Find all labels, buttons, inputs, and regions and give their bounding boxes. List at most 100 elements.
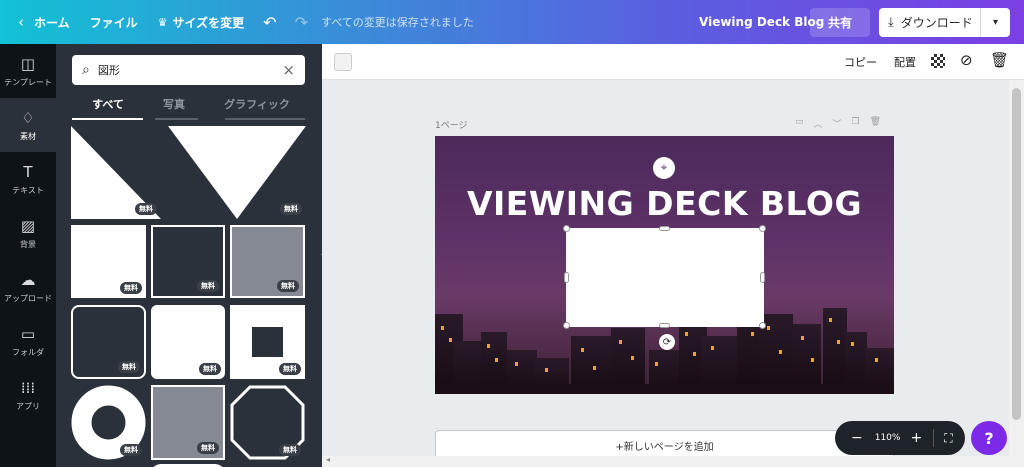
redo-icon[interactable]: ↷ [286, 0, 317, 44]
inner-square [252, 327, 283, 357]
close-icon[interactable]: × [282, 61, 295, 79]
zoom-out-button[interactable]: − [851, 430, 863, 446]
shape-octagon[interactable]: 無料 [230, 385, 305, 460]
file-menu-button[interactable]: ファイル [80, 0, 148, 44]
home-label: ホーム [34, 15, 70, 30]
shape-square-white[interactable]: 無料 [71, 225, 146, 298]
search-value: 図形 [97, 64, 120, 77]
delete-page-icon[interactable]: 🗑 [870, 117, 881, 130]
resize-handle[interactable] [760, 272, 765, 283]
free-badge: 無料 [118, 361, 140, 373]
shape-square-gray-outline[interactable]: 無料 [151, 385, 225, 460]
arrange-button[interactable]: 配置 [894, 54, 916, 70]
selected-rectangle[interactable] [566, 228, 764, 327]
download-icon: ⤓ [888, 15, 894, 30]
shape-right-triangle[interactable]: 無料 [71, 126, 161, 219]
rail-item-templates[interactable]: ◫ テンプレート [0, 44, 56, 98]
shape-inverted-triangle[interactable]: 無料 [168, 126, 306, 219]
crown-icon: ♛ [157, 15, 168, 29]
tab-underline [225, 118, 305, 120]
free-badge: 無料 [280, 203, 302, 215]
help-button[interactable]: ? [971, 421, 1007, 455]
save-status: すべての変更は保存されました [320, 16, 474, 29]
editor-area: コピー 配置 ⊘ 🗑 1ページ ▭ ︿ ﹀ ❐ 🗑 ⌖ VIEWING DECK… [322, 44, 1024, 467]
resize-handle[interactable] [759, 225, 766, 232]
search-input[interactable]: ⌕ 図形 × [72, 55, 305, 85]
editor-toolbar: コピー 配置 ⊘ 🗑 [322, 44, 1024, 80]
resize-handle[interactable] [564, 272, 569, 283]
color-picker[interactable] [334, 53, 352, 71]
free-badge: 無料 [135, 203, 157, 215]
tab-underline [155, 118, 198, 120]
download-button[interactable]: ⤓ ダウンロード ▾ [879, 8, 1010, 37]
rail-item-apps[interactable]: ⁞⁞⁞ アプリ [0, 368, 56, 422]
background-icon: ▨ [20, 216, 36, 235]
design-canvas[interactable]: ⌖ VIEWING DECK BLOG ⟳ [435, 136, 894, 394]
tab-graphics[interactable]: グラフィック [215, 96, 299, 112]
resize-handle[interactable] [659, 323, 670, 328]
horizontal-scrollbar[interactable]: ◂ [322, 455, 1009, 467]
shape-square-frame[interactable]: 無料 [230, 305, 305, 379]
transparency-icon[interactable] [931, 54, 945, 68]
template-icon: ◫ [20, 54, 36, 73]
chevron-left-icon: ‹ [18, 13, 24, 31]
rotate-icon[interactable]: ⟳ [659, 334, 675, 350]
divider [933, 429, 935, 447]
panel-tabs: すべて 写真 グラフィック [72, 96, 305, 120]
comment-icon[interactable]: ▭ [795, 117, 804, 130]
shape-rounded-square-white[interactable]: 無料 [151, 305, 225, 379]
shape-square-gray[interactable]: 無料 [230, 225, 305, 298]
location-pin-icon[interactable]: ⌖ [653, 157, 675, 179]
trash-icon[interactable]: 🗑 [990, 51, 1009, 69]
resize-handle[interactable] [759, 322, 766, 329]
zoom-in-button[interactable]: + [910, 430, 922, 446]
download-main[interactable]: ⤓ ダウンロード [879, 8, 981, 37]
apps-icon: ⁞⁞⁞ [20, 378, 36, 397]
shape-square-outline[interactable]: 無料 [151, 225, 225, 298]
rail-item-text[interactable]: T テキスト [0, 152, 56, 206]
undo-icon[interactable]: ↶ [254, 0, 285, 44]
rail-item-elements[interactable]: ♢ 素材 [0, 98, 56, 152]
download-label: ダウンロード [900, 16, 973, 30]
resize-handle[interactable] [659, 226, 670, 231]
upload-icon: ☁ [20, 270, 36, 289]
scroll-thumb[interactable] [1012, 88, 1021, 420]
shapes-grid: 無料 無料 無料 無料 無料 無料 無料 無料 無料 無料 無料 [71, 126, 307, 467]
chevron-down-icon[interactable]: ▾ [981, 17, 1010, 28]
design-title[interactable]: Viewing Deck Blog [699, 0, 824, 44]
folder-icon: ▭ [20, 324, 36, 343]
rail-item-upload[interactable]: ☁ アップロード [0, 260, 56, 314]
tab-photos[interactable]: 写真 [155, 96, 193, 112]
search-icon: ⌕ [82, 62, 90, 78]
free-badge: 無料 [279, 444, 301, 456]
vertical-scrollbar[interactable] [1009, 80, 1024, 467]
fullscreen-icon[interactable]: ⛶ [944, 431, 952, 446]
home-button[interactable]: ‹ ホーム [0, 0, 80, 44]
duplicate-icon[interactable]: ❐ [852, 117, 860, 130]
free-badge: 無料 [120, 444, 142, 456]
resize-button[interactable]: ♛ サイズを変更 [148, 0, 255, 44]
active-tab-indicator [72, 118, 143, 120]
free-badge: 無料 [279, 363, 301, 375]
page-tools: ▭ ︿ ﹀ ❐ 🗑 [795, 117, 881, 130]
free-badge: 無料 [120, 282, 142, 294]
resize-handle[interactable] [563, 322, 570, 329]
file-label: ファイル [89, 15, 138, 30]
resize-handle[interactable] [563, 225, 570, 232]
link-icon[interactable]: ⊘ [960, 51, 973, 69]
elements-icon: ♢ [21, 108, 35, 127]
share-button[interactable]: 共有 [810, 8, 870, 37]
shape-ring[interactable]: 無料 [71, 385, 146, 460]
chevron-up-icon[interactable]: ︿ [814, 117, 823, 130]
top-bar: ‹ ホーム ファイル ♛ サイズを変更 ↶ ↷ すべての変更は保存されました V… [0, 0, 1024, 44]
tab-all[interactable]: すべて [80, 96, 136, 112]
zoom-value[interactable]: 110% [875, 433, 901, 443]
rail-item-background[interactable]: ▨ 背景 [0, 206, 56, 260]
canvas-heading[interactable]: VIEWING DECK BLOG [435, 184, 894, 223]
chevron-down-icon[interactable]: ﹀ [833, 117, 842, 130]
rail-item-folder[interactable]: ▭ フォルダ [0, 314, 56, 368]
rail-label: フォルダ [12, 347, 44, 357]
shape-rounded-square-outline[interactable]: 無料 [71, 305, 146, 379]
copy-style-button[interactable]: コピー [844, 54, 877, 70]
scroll-left-arrow[interactable]: ◂ [326, 455, 330, 464]
